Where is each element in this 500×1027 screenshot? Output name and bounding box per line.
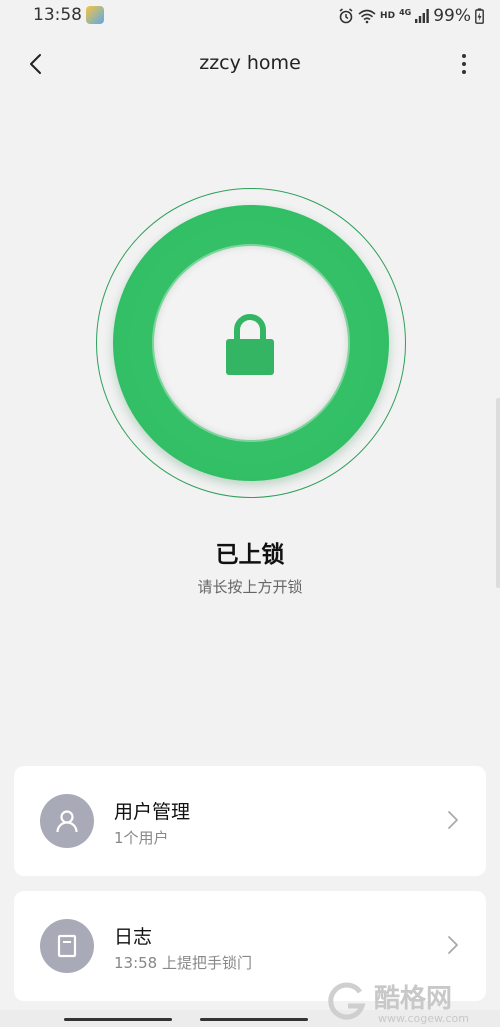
watermark-text: 酷格网 [374,984,453,1014]
nav-recents-line[interactable] [64,1018,172,1021]
battery-charging-icon [475,8,484,24]
battery-percent: 99% [433,6,471,26]
signal-icon [415,9,430,23]
page-title: zzcy home [199,52,301,74]
chevron-right-icon [448,936,458,954]
watermark-g-icon [328,982,366,1020]
user-avatar [40,794,94,848]
network-type-label: 4G [399,7,412,17]
app-header: zzcy home [0,38,500,90]
status-icons: HD 4G 99% [338,5,484,27]
status-bar: 13:58 HD 4G 99% [0,0,500,32]
more-options-button[interactable] [454,50,474,78]
log-title: 日志 [114,926,153,948]
lock-icon [226,314,274,375]
more-dot-icon [462,54,466,58]
user-management-card[interactable]: 用户管理 1个用户 [14,766,486,876]
edge-panel-handle[interactable] [496,398,500,588]
hd-label: HD [380,11,396,21]
status-time: 13:58 [33,5,82,25]
lock-status-title: 已上锁 [215,542,285,568]
latest-log-entry: 13:58 上提把手锁门 [114,954,252,972]
screen: 13:58 HD 4G 99% zzcy home 已上锁 请长按上方开锁 用户… [0,0,500,1027]
more-dot-icon [462,70,466,74]
nav-home-line[interactable] [200,1018,308,1021]
chevron-right-icon [448,811,458,829]
wifi-icon [358,9,376,24]
watermark-logo: 酷格网 www.cogew.com [326,978,494,1026]
alarm-icon [339,8,353,24]
user-icon [56,810,78,833]
log-book-icon [57,934,77,958]
log-avatar [40,919,94,973]
lock-status-hint: 请长按上方开锁 [197,578,303,596]
more-dot-icon [462,62,466,66]
watermark-url: www.cogew.com [378,1012,469,1025]
app-notification-icon [86,6,104,24]
user-management-title: 用户管理 [114,801,191,823]
user-count: 1个用户 [114,829,169,847]
lock-button[interactable] [96,188,406,498]
